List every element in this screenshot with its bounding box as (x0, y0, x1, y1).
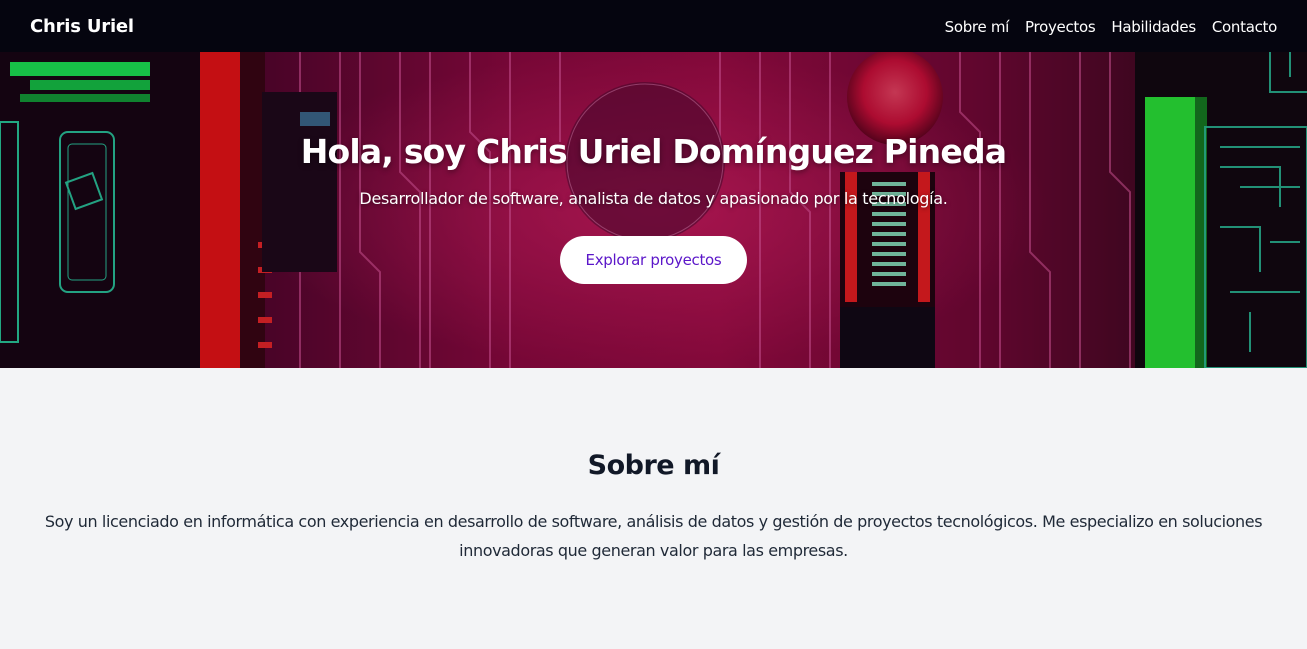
hero-section: Hola, soy Chris Uriel Domínguez Pineda D… (0, 52, 1307, 368)
hero-subtitle: Desarrollador de software, analista de d… (359, 189, 948, 208)
about-section: Sobre mí Soy un licenciado en informátic… (0, 368, 1307, 565)
nav-link-habilidades[interactable]: Habilidades (1111, 18, 1196, 36)
about-description: Soy un licenciado en informática con exp… (44, 512, 1263, 560)
nav-link-sobre-mi[interactable]: Sobre mí (945, 18, 1010, 36)
explore-projects-button[interactable]: Explorar proyectos (560, 236, 747, 284)
about-title: Sobre mí (587, 450, 720, 481)
hero-content: Hola, soy Chris Uriel Domínguez Pineda D… (0, 52, 1307, 368)
nav-link-contacto[interactable]: Contacto (1212, 18, 1277, 36)
nav-menu: Sobre mí Proyectos Habilidades Contacto (945, 17, 1278, 36)
brand-logo-link[interactable]: Chris Uriel (30, 16, 134, 37)
nav-item-contacto: Contacto (1212, 17, 1277, 36)
nav-item-proyectos: Proyectos (1025, 17, 1096, 36)
nav-item-habilidades: Habilidades (1111, 17, 1196, 36)
top-navbar: Chris Uriel Sobre mí Proyectos Habilidad… (0, 0, 1307, 52)
nav-link-proyectos[interactable]: Proyectos (1025, 18, 1096, 36)
hero-title: Hola, soy Chris Uriel Domínguez Pineda (300, 132, 1007, 171)
nav-item-sobre-mi: Sobre mí (945, 17, 1010, 36)
